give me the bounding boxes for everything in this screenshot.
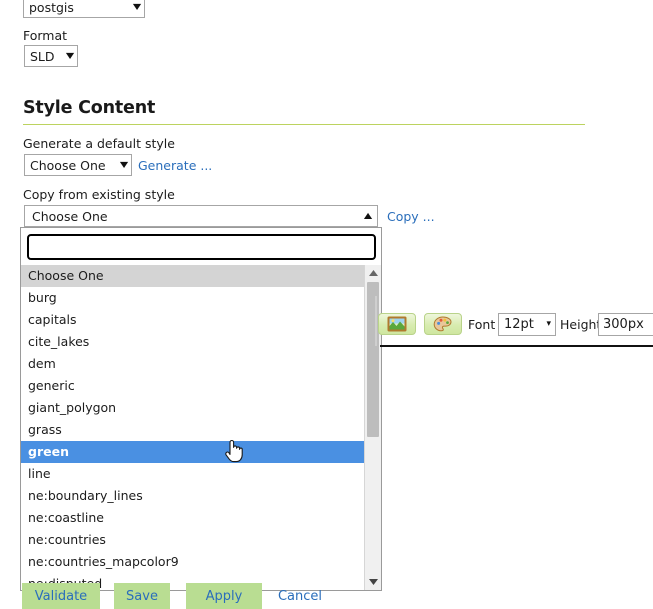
palette-icon xyxy=(433,316,453,333)
save-button[interactable]: Save xyxy=(114,583,170,609)
format-select-value: SLD xyxy=(30,49,55,64)
validate-button[interactable]: Validate xyxy=(22,583,100,609)
generate-style-select[interactable]: Choose One ▼ xyxy=(24,154,132,176)
map-preview-button[interactable] xyxy=(378,313,416,335)
font-size-value: 12pt xyxy=(504,317,534,332)
page-title: Style Content xyxy=(23,98,155,118)
height-input[interactable] xyxy=(598,313,653,336)
height-label: Height xyxy=(560,317,601,332)
list-item[interactable]: line xyxy=(21,463,364,485)
dropdown-list-container: Choose Oneburgcapitalscite_lakesdemgener… xyxy=(21,265,381,590)
style-option-list[interactable]: Choose Oneburgcapitalscite_lakesdemgener… xyxy=(21,265,364,590)
list-item[interactable]: grass xyxy=(21,419,364,441)
list-item[interactable]: capitals xyxy=(21,309,364,331)
generate-link[interactable]: Generate ... xyxy=(138,158,212,173)
chevron-down-icon: ▼ xyxy=(66,52,74,60)
scroll-down-button[interactable] xyxy=(365,574,381,590)
apply-button[interactable]: Apply xyxy=(186,583,262,609)
triangle-up-icon xyxy=(369,270,378,276)
dropdown-search-input[interactable] xyxy=(27,234,376,260)
list-item[interactable]: ne:coastline xyxy=(21,507,364,529)
chevron-down-icon: ▼ xyxy=(133,3,141,11)
chevron-up-icon: ▲ xyxy=(364,212,372,220)
copy-style-combobox-value: Choose One xyxy=(32,209,108,224)
scroll-up-button[interactable] xyxy=(365,265,381,281)
toolbar-bottom-divider xyxy=(380,345,653,347)
list-item[interactable]: giant_polygon xyxy=(21,397,364,419)
scrollbar-thumb[interactable] xyxy=(367,282,379,437)
chevron-down-icon: ▼ xyxy=(120,161,128,169)
workspace-select-value: postgis xyxy=(29,0,74,15)
dropdown-search-container xyxy=(21,228,381,265)
cancel-button[interactable]: Cancel xyxy=(270,583,330,609)
format-label: Format xyxy=(23,28,67,43)
heading-divider xyxy=(23,124,585,125)
toolbar-left-divider xyxy=(375,296,377,346)
list-item[interactable]: cite_lakes xyxy=(21,331,364,353)
copy-style-combobox[interactable]: Choose One ▲ xyxy=(24,205,378,227)
copy-link[interactable]: Copy ... xyxy=(387,209,435,224)
workspace-select[interactable]: postgis ▼ xyxy=(23,0,145,18)
list-item[interactable]: Choose One xyxy=(21,265,364,287)
list-item[interactable]: ne:countries xyxy=(21,529,364,551)
action-bar: Validate Save Apply Cancel xyxy=(22,583,352,609)
triangle-down-icon xyxy=(369,579,378,585)
chevron-down-icon: ▾ xyxy=(546,320,551,329)
copy-from-existing-style-label: Copy from existing style xyxy=(23,187,175,202)
style-dropdown-panel: Choose Oneburgcapitalscite_lakesdemgener… xyxy=(20,227,382,591)
list-item[interactable]: dem xyxy=(21,353,364,375)
list-item[interactable]: ne:boundary_lines xyxy=(21,485,364,507)
map-preview-icon xyxy=(387,316,407,332)
font-label: Font xyxy=(468,317,495,332)
list-item[interactable]: green xyxy=(21,441,364,463)
format-select[interactable]: SLD ▼ xyxy=(24,45,78,67)
list-item[interactable]: ne:countries_mapcolor9 xyxy=(21,551,364,573)
font-size-select[interactable]: 12pt ▾ xyxy=(498,313,556,336)
list-item[interactable]: burg xyxy=(21,287,364,309)
list-item[interactable]: generic xyxy=(21,375,364,397)
generate-style-select-value: Choose One xyxy=(30,158,106,173)
style-palette-button[interactable] xyxy=(424,313,462,335)
generate-default-style-label: Generate a default style xyxy=(23,136,175,151)
